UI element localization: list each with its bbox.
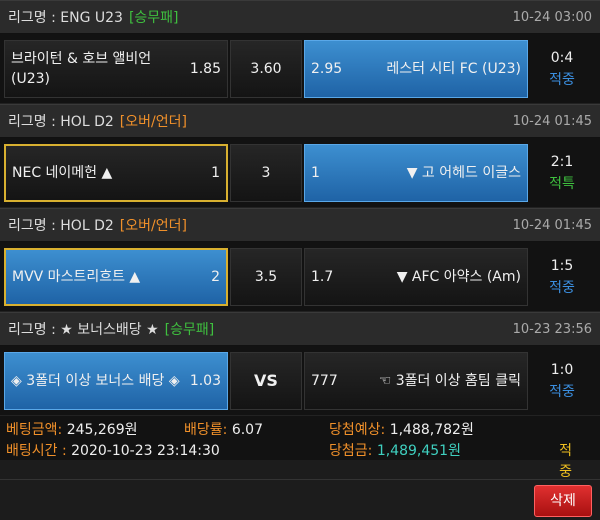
bonus-odds: 1.03: [189, 372, 221, 389]
win-amount: 1,489,451원: [376, 443, 461, 459]
bet-status: 적중: [559, 443, 572, 480]
result-cell: 1:0 적중: [528, 359, 596, 403]
league-label: 리그명 :: [8, 114, 61, 130]
match-time: 10-24 01:45: [512, 217, 592, 233]
home-team-name: MVV 마스트리흐트 ▲: [12, 268, 141, 285]
bonus-cell[interactable]: ◈ 3폴더 이상 보너스 배당 ◈ 1.03: [4, 351, 228, 410]
away-team-name: ▼ AFC 아약스 (Am): [396, 268, 521, 285]
home-team-cell[interactable]: 브라이턴 & 호브 앨비언 (U23) 1.85: [4, 39, 228, 98]
handicap-cell[interactable]: 3: [230, 143, 302, 202]
home-team-name: 브라이턴 & 호브 앨비언 (U23): [11, 50, 152, 87]
league-name: ★ 보너스배당 ★: [60, 322, 159, 338]
score: 1:0: [550, 361, 574, 378]
bet-type-tag: [오버/언더]: [119, 218, 187, 234]
score: 2:1: [550, 153, 574, 170]
away-team-cell[interactable]: 2.95 레스터 시티 FC (U23): [304, 39, 528, 98]
expected-amount: 1,488,782원: [389, 422, 474, 438]
home-team-cell[interactable]: NEC 네이메헌 ▲ 1: [4, 143, 228, 202]
league-label: 리그명 :: [8, 218, 61, 234]
bet-type-tag: [승무패]: [128, 10, 179, 26]
match-header: 리그명 : ★ 보너스배당 ★ [승무패] 10-23 23:56: [0, 312, 600, 346]
away-odds: 1.7: [311, 268, 334, 285]
match-header: 리그명 : ENG U23 [승무패] 10-24 03:00: [0, 0, 600, 34]
away-team-name: ▼ 고 어헤드 이글스: [406, 164, 521, 181]
match-time: 10-24 03:00: [512, 9, 592, 25]
bet-time-label: 배팅시간 :: [6, 443, 67, 459]
home-odds: 1: [211, 164, 220, 181]
rate-label: 배당률:: [184, 422, 228, 438]
result-cell: 1:5 적중: [528, 255, 596, 299]
bet-time: 2020-10-23 23:14:30: [71, 443, 220, 459]
expected-label: 당첨예상:: [329, 422, 386, 438]
bet-type-tag: [승무패]: [164, 322, 215, 338]
away-team-name: ☜ 3폴더 이상 홈팀 클릭: [378, 372, 521, 389]
bet-type-tag: [오버/언더]: [119, 114, 187, 130]
match-row: NEC 네이메헌 ▲ 1 3 1 ▼ 고 어헤드 이글스 2:1 적특: [0, 138, 600, 208]
league-label: 리그명 :: [8, 322, 61, 338]
result-status: 적중: [549, 71, 575, 88]
draw-cell[interactable]: 3.60: [230, 39, 302, 98]
result-status: 적중: [549, 279, 575, 296]
league-name: HOL D2: [60, 218, 114, 234]
rate: 6.07: [231, 422, 263, 438]
home-team-cell[interactable]: MVV 마스트리흐트 ▲ 2: [4, 247, 228, 306]
match-time: 10-23 23:56: [512, 321, 592, 337]
home-team-name: NEC 네이메헌 ▲: [12, 164, 113, 181]
score: 0:4: [550, 49, 574, 66]
vs-cell: VS: [230, 351, 302, 410]
result-status: 적특: [549, 175, 575, 192]
away-team-cell[interactable]: 1.7 ▼ AFC 아약스 (Am): [304, 247, 528, 306]
handicap-cell[interactable]: 3.5: [230, 247, 302, 306]
handicap-value: 3.5: [254, 268, 278, 285]
result-cell: 2:1 적특: [528, 151, 596, 195]
bonus-away-cell[interactable]: 777 ☜ 3폴더 이상 홈팀 클릭: [304, 351, 528, 410]
bet-summary: 베팅금액: 245,269원 배당률: 6.07 당첨예상: 1,488,782…: [0, 416, 600, 480]
away-odds: 2.95: [311, 60, 343, 77]
home-odds: 1.85: [189, 60, 221, 77]
match-row: ◈ 3폴더 이상 보너스 배당 ◈ 1.03 VS 777 ☜ 3폴더 이상 홈…: [0, 346, 600, 416]
bet-amount: 245,269원: [66, 422, 138, 438]
draw-odds: 3.60: [250, 60, 282, 77]
league-name: ENG U23: [60, 10, 123, 26]
result-status: 적중: [549, 383, 575, 400]
away-odds: 777: [311, 372, 338, 389]
match-header: 리그명 : HOL D2 [오버/언더] 10-24 01:45: [0, 208, 600, 242]
vs-label: VS: [254, 371, 278, 390]
home-odds: 2: [211, 268, 220, 285]
footer-bar: 삭제: [0, 479, 600, 520]
away-team-cell[interactable]: 1 ▼ 고 어헤드 이글스: [304, 143, 528, 202]
handicap-value: 3: [261, 164, 271, 181]
match-row: MVV 마스트리흐트 ▲ 2 3.5 1.7 ▼ AFC 아약스 (Am) 1:…: [0, 242, 600, 312]
delete-button[interactable]: 삭제: [534, 485, 592, 517]
win-label: 당첨금:: [329, 443, 373, 459]
bet-amount-label: 베팅금액:: [6, 422, 63, 438]
away-odds: 1: [311, 164, 320, 181]
score: 1:5: [550, 257, 574, 274]
result-cell: 0:4 적중: [528, 47, 596, 91]
league-label: 리그명 :: [8, 10, 61, 26]
match-row: 브라이턴 & 호브 앨비언 (U23) 1.85 3.60 2.95 레스터 시…: [0, 34, 600, 104]
bonus-name: ◈ 3폴더 이상 보너스 배당 ◈: [11, 372, 180, 389]
away-team-name: 레스터 시티 FC (U23): [386, 60, 521, 77]
match-time: 10-24 01:45: [512, 113, 592, 129]
match-header: 리그명 : HOL D2 [오버/언더] 10-24 01:45: [0, 104, 600, 138]
league-name: HOL D2: [60, 114, 114, 130]
